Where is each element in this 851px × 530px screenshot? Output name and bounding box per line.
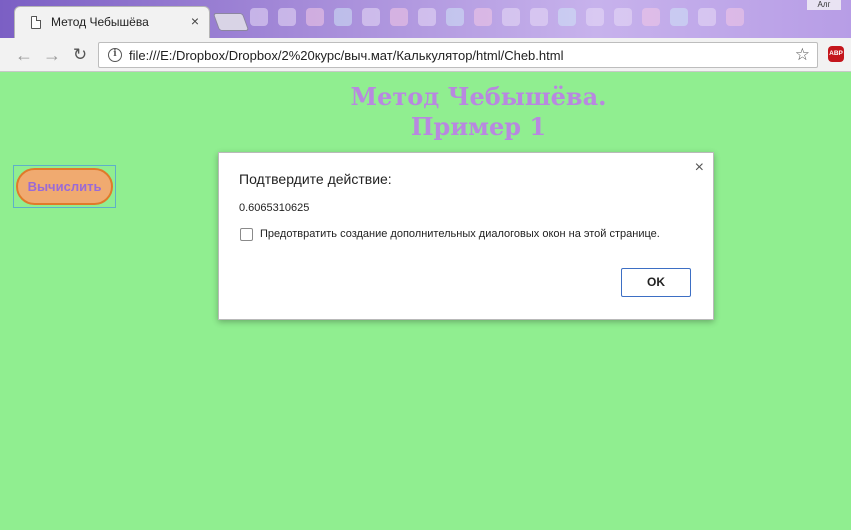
address-bar[interactable]: i file:///E:/Dropbox/Dropbox/2%20курс/вы… bbox=[98, 42, 818, 68]
tab-close-icon[interactable]: × bbox=[191, 13, 199, 29]
close-icon[interactable]: × bbox=[695, 159, 704, 177]
suppress-dialogs-label[interactable]: Предотвратить создание дополнительных ди… bbox=[260, 228, 660, 240]
browser-toolbar: ← → ↻ i file:///E:/Dropbox/Dropbox/2%20к… bbox=[0, 38, 851, 72]
back-icon[interactable]: ← bbox=[14, 45, 34, 65]
dialog-title: Подтвердите действие: bbox=[239, 171, 392, 187]
url-text[interactable]: file:///E:/Dropbox/Dropbox/2%20курс/выч.… bbox=[129, 48, 563, 63]
heading-line-1: Метод Чебышёва. bbox=[350, 82, 607, 111]
page-heading: Метод Чебышёва. Пример 1 bbox=[0, 82, 851, 142]
tab-title: Метод Чебышёва bbox=[51, 15, 149, 29]
heading-line-2: Пример 1 bbox=[410, 112, 547, 141]
info-icon[interactable]: i bbox=[108, 48, 122, 62]
blurred-tab-strip bbox=[250, 8, 781, 30]
suppress-dialogs-checkbox[interactable] bbox=[240, 228, 253, 241]
forward-icon[interactable]: → bbox=[42, 45, 62, 65]
new-tab-button[interactable] bbox=[212, 13, 250, 31]
browser-titlebar: Алг Метод Чебышёва × bbox=[0, 0, 851, 38]
page-icon bbox=[31, 16, 41, 29]
star-icon[interactable]: ☆ bbox=[795, 45, 810, 65]
confirm-dialog: × Подтвердите действие: 0.6065310625 Пре… bbox=[218, 152, 714, 320]
calculate-button[interactable]: Вычислить bbox=[16, 168, 113, 205]
adblock-icon[interactable]: ABP bbox=[828, 46, 844, 62]
calculate-button-focus-ring: Вычислить bbox=[13, 165, 116, 208]
reload-icon[interactable]: ↻ bbox=[70, 45, 90, 65]
ok-button[interactable]: OK bbox=[621, 268, 691, 297]
dialog-message: 0.6065310625 bbox=[239, 202, 310, 214]
window-user-badge: Алг bbox=[807, 0, 841, 10]
tab-active[interactable]: Метод Чебышёва × bbox=[14, 6, 210, 38]
